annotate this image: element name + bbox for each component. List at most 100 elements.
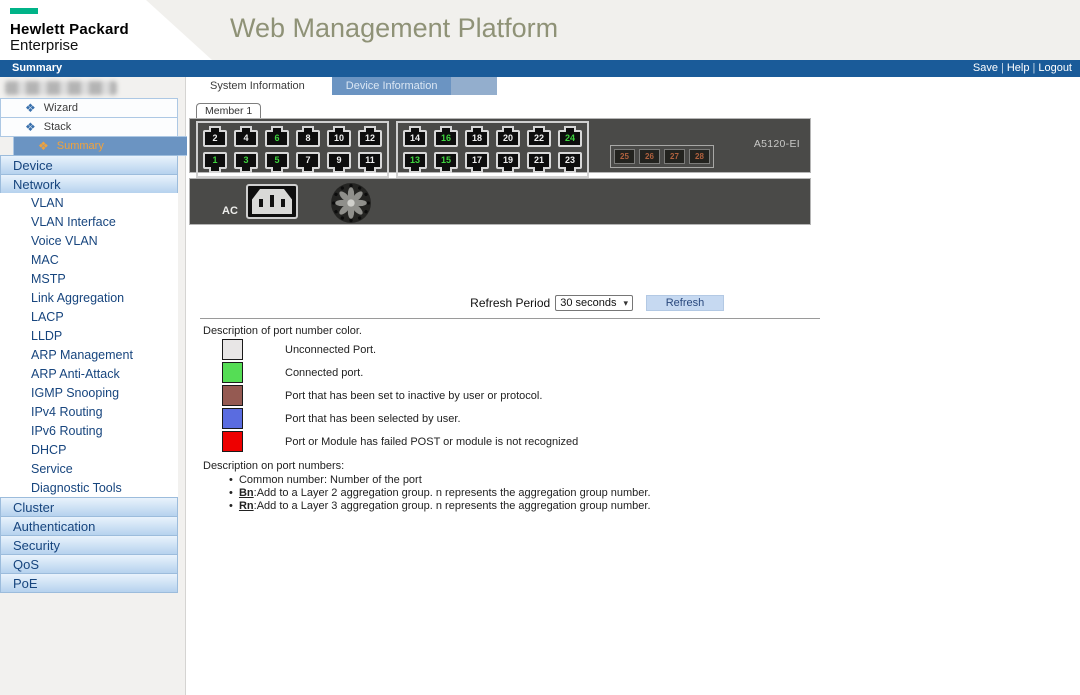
navbar: Summary Save|Help|Logout	[0, 60, 1080, 77]
tab-extension	[451, 77, 497, 95]
sidebar-item-arp-anti-attack[interactable]: ARP Anti-Attack	[0, 364, 178, 384]
port-numbers-list: Common number: Number of the portBn:Add …	[203, 474, 651, 513]
sidebar-item-authentication[interactable]: Authentication	[0, 516, 178, 536]
port-9[interactable]: 9	[327, 152, 351, 169]
legend-item-label: Port or Module has failed POST or module…	[285, 436, 578, 448]
sfp-port-28[interactable]: 28	[689, 149, 710, 164]
port-19[interactable]: 19	[496, 152, 520, 169]
port-3[interactable]: 3	[234, 152, 258, 169]
port-color-legend: Description of port number color. Unconn…	[203, 325, 578, 453]
sidebar-item-dhcp[interactable]: DHCP	[0, 440, 178, 460]
port-number: 9	[336, 156, 341, 165]
port-10[interactable]: 10	[327, 130, 351, 147]
sidebar-item-lldp[interactable]: LLDP	[0, 326, 178, 346]
switch-front-panel: 246810121357911 141618202224131517192123…	[189, 118, 811, 173]
sidebar-item-mstp[interactable]: MSTP	[0, 269, 178, 289]
sidebar-item-label: VLAN	[31, 196, 64, 210]
sidebar-item-label: ARP Management	[31, 348, 133, 362]
sidebar-item-arp-management[interactable]: ARP Management	[0, 345, 178, 365]
port-numbers-description: Description on port numbers: Common numb…	[203, 460, 651, 513]
sidebar-item-mac[interactable]: MAC	[0, 250, 178, 270]
port-number: 26	[645, 152, 654, 161]
diamond-icon: ❖	[25, 121, 36, 133]
port-12[interactable]: 12	[358, 130, 382, 147]
port-6[interactable]: 6	[265, 130, 289, 147]
sidebar-item-stack[interactable]: ❖Stack	[0, 117, 178, 137]
port-22[interactable]: 22	[527, 130, 551, 147]
sidebar-item-service[interactable]: Service	[0, 459, 178, 479]
sidebar-item-label: IPv4 Routing	[31, 405, 103, 419]
sidebar-item-label: VLAN Interface	[31, 215, 116, 229]
port-21[interactable]: 21	[527, 152, 551, 169]
port-number: 1	[212, 156, 217, 165]
sidebar-menu: ❖Wizard❖Stack❖SummaryDeviceNetworkVLANVL…	[0, 99, 178, 593]
port-14[interactable]: 14	[403, 130, 427, 147]
port-number: 25	[620, 152, 629, 161]
port-number: 21	[534, 156, 544, 165]
port-number: 14	[410, 134, 420, 143]
sidebar-item-ipv6-routing[interactable]: IPv6 Routing	[0, 421, 178, 441]
sidebar-item-poe[interactable]: PoE	[0, 573, 178, 593]
port-2[interactable]: 2	[203, 130, 227, 147]
sidebar-item-diagnostic-tools[interactable]: Diagnostic Tools	[0, 478, 178, 498]
legend-item: Port that has been selected by user.	[203, 407, 578, 430]
sfp-port-27[interactable]: 27	[664, 149, 685, 164]
port-1[interactable]: 1	[203, 152, 227, 169]
sidebar-item-vlan[interactable]: VLAN	[0, 193, 178, 213]
sidebar-item-wizard[interactable]: ❖Wizard	[0, 98, 178, 118]
sidebar-item-label: Cluster	[13, 500, 54, 515]
sidebar-item-label: MAC	[31, 253, 59, 267]
refresh-period-select[interactable]: 30 seconds ▾	[555, 295, 633, 311]
sidebar-item-ipv4-routing[interactable]: IPv4 Routing	[0, 402, 178, 422]
sidebar-item-lacp[interactable]: LACP	[0, 307, 178, 327]
sidebar-item-label: LLDP	[31, 329, 62, 343]
sidebar-item-label: Authentication	[13, 519, 95, 534]
sidebar-item-network[interactable]: Network	[0, 174, 178, 194]
refresh-controls: Refresh Period 30 seconds ▾ Refresh	[187, 293, 724, 313]
legend-color-swatch	[222, 408, 243, 429]
refresh-period-value: 30 seconds	[560, 297, 616, 309]
tab-device-information[interactable]: Device Information	[332, 77, 452, 95]
sidebar-item-label: MSTP	[31, 272, 66, 286]
sidebar-item-voice-vlan[interactable]: Voice VLAN	[0, 231, 178, 251]
port-16[interactable]: 16	[434, 130, 458, 147]
port-13[interactable]: 13	[403, 152, 427, 169]
port-5[interactable]: 5	[265, 152, 289, 169]
sidebar-item-cluster[interactable]: Cluster	[0, 497, 178, 517]
port-24[interactable]: 24	[558, 130, 582, 147]
sidebar-item-label: Network	[13, 177, 61, 192]
page-title: Web Management Platform	[230, 13, 558, 44]
sidebar-item-security[interactable]: Security	[0, 535, 178, 555]
refresh-button[interactable]: Refresh	[646, 295, 724, 311]
port-number: 16	[441, 134, 451, 143]
port-20[interactable]: 20	[496, 130, 520, 147]
sidebar-item-summary[interactable]: ❖Summary	[13, 136, 191, 156]
sfp-port-25[interactable]: 25	[614, 149, 635, 164]
port-number: 5	[274, 156, 279, 165]
port-18[interactable]: 18	[465, 130, 489, 147]
sidebar-item-vlan-interface[interactable]: VLAN Interface	[0, 212, 178, 232]
sfp-port-26[interactable]: 26	[639, 149, 660, 164]
port-15[interactable]: 15	[434, 152, 458, 169]
port-number: 3	[243, 156, 248, 165]
navbar-link-logout[interactable]: Logout	[1038, 62, 1072, 74]
navbar-link-help[interactable]: Help	[1007, 62, 1030, 74]
sidebar-item-label: LACP	[31, 310, 64, 324]
hpe-logo: Hewlett Packard Enterprise	[0, 0, 212, 60]
sidebar-item-qos[interactable]: QoS	[0, 554, 178, 574]
member-tab[interactable]: Member 1	[196, 103, 261, 118]
diamond-icon: ❖	[38, 140, 49, 152]
sidebar-item-label: Security	[13, 538, 60, 553]
navbar-link-save[interactable]: Save	[973, 62, 998, 74]
sidebar-item-link-aggregation[interactable]: Link Aggregation	[0, 288, 178, 308]
tab-system-information[interactable]: System Information	[196, 77, 319, 95]
port-23[interactable]: 23	[558, 152, 582, 169]
legend-item: Connected port.	[203, 361, 578, 384]
port-7[interactable]: 7	[296, 152, 320, 169]
sidebar-item-device[interactable]: Device	[0, 155, 178, 175]
port-4[interactable]: 4	[234, 130, 258, 147]
sidebar-item-igmp-snooping[interactable]: IGMP Snooping	[0, 383, 178, 403]
port-8[interactable]: 8	[296, 130, 320, 147]
port-11[interactable]: 11	[358, 152, 382, 169]
port-17[interactable]: 17	[465, 152, 489, 169]
